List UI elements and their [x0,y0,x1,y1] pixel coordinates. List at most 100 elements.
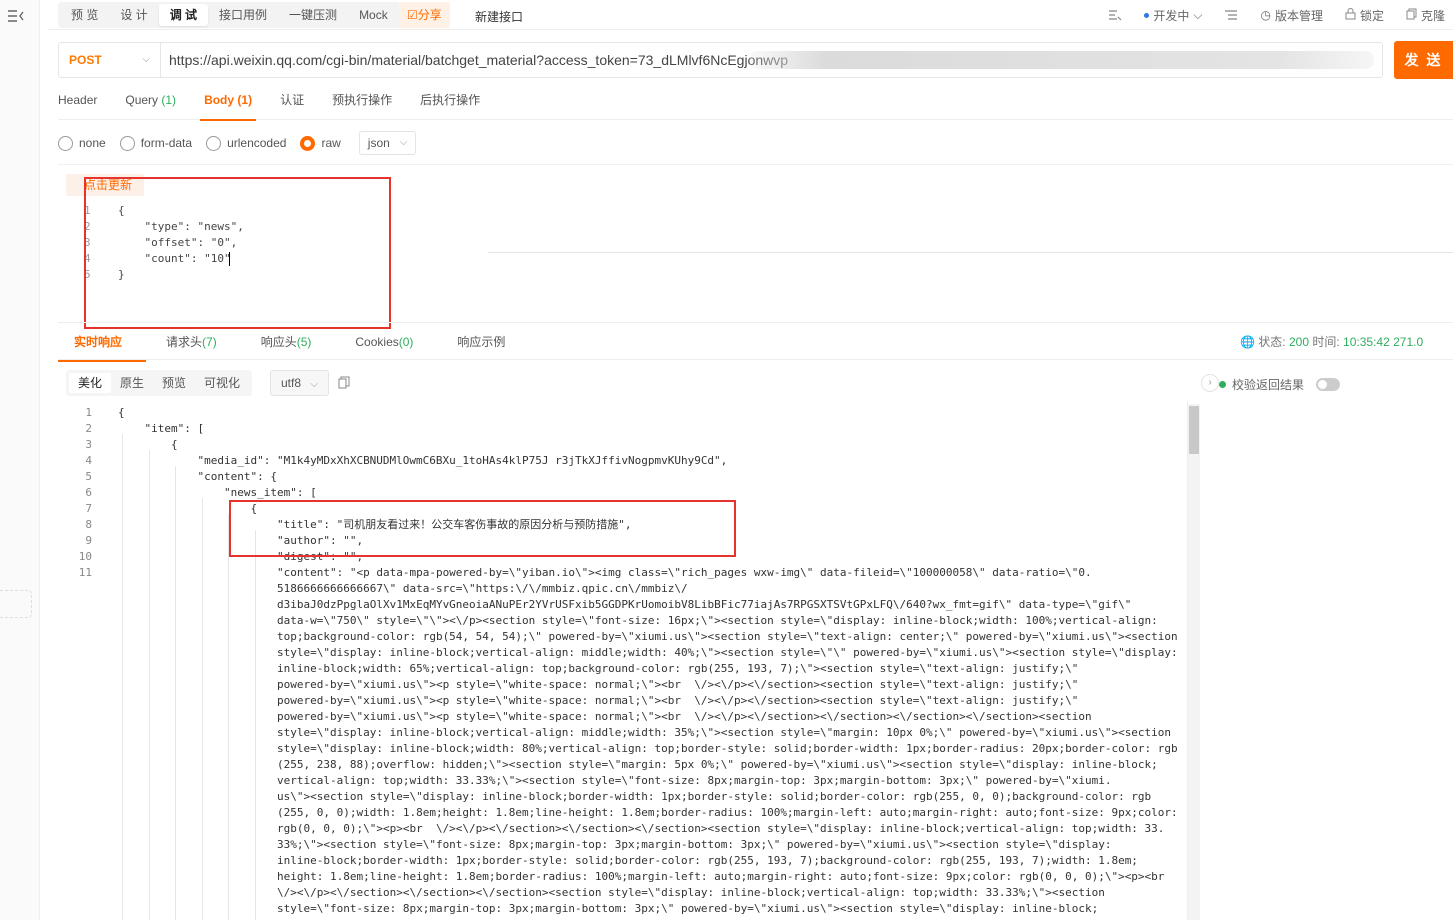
request-tabs: Header Query (1) Body (1) 认证 预执行操作 后执行操作 [58,86,1453,121]
view-tab-1[interactable]: 原生 [111,373,153,393]
response-tab-3[interactable]: Cookies(0) [333,323,435,361]
line-number: 2 [84,220,91,233]
code-text: data-w=\"750\" style=\"\"><\/p><section … [277,614,1158,627]
status-dot-icon [1219,381,1226,388]
mode-tab-2[interactable]: 调 试 [158,4,209,26]
status-label: 开发中 [1153,8,1190,23]
indent-guide [254,530,256,920]
code-line: } [118,268,125,281]
code-text: top;background-color: rgb(54, 54, 54);\"… [277,630,1178,643]
code-text: "content": "<p data-mpa-powered-by=\"yib… [277,566,1092,579]
code-text: style=\"font-size: 8px;margin-top: 3px;m… [277,902,1099,915]
request-tab-4[interactable]: 预执行操作 [318,86,406,120]
code-text: powered-by=\"xiumi.us\"><p style=\"white… [277,710,1092,723]
left-rail [0,0,40,920]
outline-icon[interactable] [1224,9,1238,21]
response-tab-0[interactable]: 实时响应 [58,323,147,362]
validate-response[interactable]: 校验返回结果 [1219,376,1341,393]
code-text: vertical-align: top;width: 33.33%;\"><se… [277,774,1112,787]
status-label-text: 状态: [1258,335,1286,349]
view-tab-0[interactable]: 美化 [69,373,112,393]
clone-button[interactable]: 克隆 [1406,7,1445,24]
status-select[interactable]: 开发中 ⌵ [1144,7,1202,24]
vertical-scrollbar[interactable] [1188,404,1200,920]
refresh-button[interactable]: 点击更新 [66,174,145,196]
response-tab-1[interactable]: 请求头(7) [144,323,239,361]
encoding-select[interactable]: utf8 ⌵ [270,370,329,396]
radio-label: urlencoded [227,136,287,150]
response-bar: 实时响应 请求头(7) 响应头(5) Cookies(0) 响应示例 🌐 状态: 200… [58,322,1453,362]
code-text: d3ibaJ0dzPpglaOlXv1MxEqMYvGneoiaANuPEr2Y… [277,598,1132,611]
view-tab-2[interactable]: 预览 [153,373,195,393]
format-icon[interactable] [1108,9,1122,21]
mode-tab-4[interactable]: 一键压测 [278,4,348,26]
copy-icon[interactable] [338,376,350,389]
clock-icon: ◷ [1260,8,1271,22]
mode-tab-0[interactable]: 预 览 [60,4,109,26]
response-tab-2[interactable]: 响应头(5) [239,323,334,361]
tab-label: 实时响应 [74,335,123,349]
scrollbar-thumb[interactable] [1189,406,1199,454]
time-label: 时间: [1312,335,1340,349]
mode-tabs: 预 览设 计调 试接口用例 一键压测 Mock [58,2,401,28]
tab-label: Header [58,93,98,107]
body-type-radio-1[interactable]: form-data [119,135,192,151]
new-api-tab[interactable]: 新建接口 [475,8,523,25]
request-tab-3[interactable]: 认证 [266,86,318,120]
method-label: POST [69,53,102,67]
lock-button[interactable]: 锁定 [1345,7,1384,24]
response-tab-4[interactable]: 响应示例 [435,323,527,361]
mode-tab-5[interactable]: Mock [348,4,399,26]
line-number: 8 [85,518,92,531]
copy-icon [1406,8,1417,23]
code-line: "count": "10" [118,252,231,265]
request-tab-1[interactable]: Query (1) [111,86,190,120]
radio-label: raw [321,136,341,150]
radio-icon [119,135,135,151]
chevron-right-icon[interactable]: › [1201,374,1219,392]
line-number: 2 [85,422,92,435]
collapse-menu-icon[interactable] [6,8,26,24]
tab-count: (7) [202,335,217,349]
code-line: "offset": "0", [118,236,238,249]
radio-icon [300,135,316,151]
tab-label: 响应头 [260,335,297,349]
method-select[interactable]: POST ⌵ [59,43,161,77]
version-button[interactable]: ◷ 版本管理 [1260,7,1323,24]
lock-label: 锁定 [1359,8,1384,23]
request-body-editor[interactable]: 点击更新 1 {2 "type": "news", 3 "offset": "0",… [58,170,1453,320]
line-number: 10 [78,550,92,563]
code-text: "content": { [197,470,277,483]
tab-label: 后执行操作 [420,93,481,107]
format-select[interactable]: json ⌵ [358,131,417,155]
body-type-radio-3[interactable]: raw [300,135,341,151]
request-tab-0[interactable]: Header [58,86,111,120]
send-button[interactable]: 发 送 [1394,41,1453,79]
mode-tab-3[interactable]: 接口用例 [208,4,278,26]
code-text: "title": "司机朋友看过来！公交车客伤事故的原因分析与预防措施", [277,518,632,531]
request-tab-2[interactable]: Body (1) [190,86,266,121]
tab-label: 认证 [280,93,305,107]
body-type-radio-0[interactable]: none [58,135,106,151]
share-button[interactable]: ☑分享 [399,2,450,28]
tab-count: (1) [237,93,253,107]
tab-label: 响应示例 [457,335,506,349]
validate-toggle[interactable] [1316,378,1341,391]
request-tab-5[interactable]: 后执行操作 [406,86,494,120]
url-input[interactable]: https://api.weixin.qq.com/cgi-bin/materi… [169,43,809,77]
view-tab-3[interactable]: 可视化 [195,373,249,393]
format-label: json [367,136,390,150]
response-status: 🌐 状态: 200 时间: 10:35:42 271.0 [1240,323,1423,361]
size-value: 271.0 [1393,335,1424,349]
code-text: { [171,438,178,451]
code-text: "item": [ [144,422,205,435]
line-number: 4 [85,454,92,467]
mode-tab-1[interactable]: 设 计 [109,4,158,26]
response-body[interactable]: 1 {2 "item": [3 {4 "media_id": "M1k4yMDxXhXC… [58,402,1188,920]
body-type-radio-2[interactable]: urlencoded [206,135,287,151]
encoding-label: utf8 [281,376,302,390]
code-text: us\"><section style=\"display: inline-bl… [277,790,1152,803]
tab-count: (5) [296,335,312,349]
indent-guide [201,498,203,920]
line-number: 5 [85,470,92,483]
